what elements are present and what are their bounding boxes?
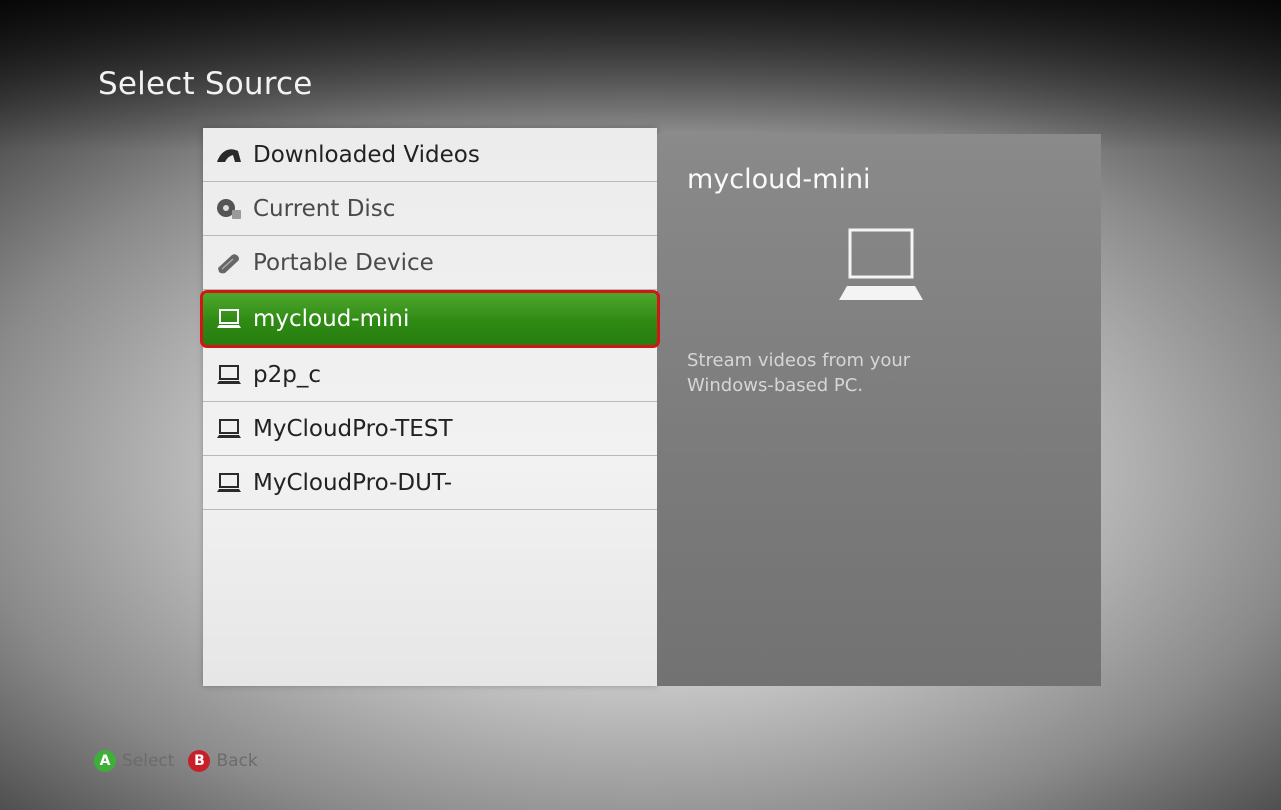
page-title: Select Source: [98, 66, 313, 102]
detail-panel: mycloud-mini Stream videos from your Win…: [657, 134, 1101, 686]
button-legend: A Select B Back: [94, 750, 272, 772]
detail-title: mycloud-mini: [687, 164, 871, 195]
source-item-mycloud-mini[interactable]: mycloud-mini: [200, 290, 660, 348]
a-button-icon: A: [94, 750, 116, 772]
portable-device-icon: [215, 249, 243, 277]
laptop-icon: [215, 415, 243, 443]
laptop-icon: [215, 305, 243, 333]
back-action[interactable]: B Back: [188, 750, 258, 772]
select-action[interactable]: A Select: [94, 750, 174, 772]
source-item-label: p2p_c: [253, 361, 321, 388]
source-item-label: Current Disc: [253, 195, 396, 222]
source-item-downloaded-videos[interactable]: Downloaded Videos: [203, 128, 657, 182]
download-icon: [215, 141, 243, 169]
source-item-current-disc[interactable]: Current Disc: [203, 182, 657, 236]
source-item-label: mycloud-mini: [253, 306, 410, 332]
source-item-p2p-c[interactable]: p2p_c: [203, 348, 657, 402]
laptop-icon: [835, 226, 927, 310]
laptop-icon: [215, 361, 243, 389]
source-item-label: MyCloudPro-TEST: [253, 415, 453, 442]
source-list: Downloaded Videos Current Disc Portable …: [200, 128, 660, 686]
laptop-icon: [215, 469, 243, 497]
source-item-label: MyCloudPro-DUT-: [253, 469, 453, 496]
back-label: Back: [216, 751, 258, 771]
source-item-label: Portable Device: [253, 249, 434, 276]
detail-description: Stream videos from your Windows-based PC…: [687, 350, 911, 396]
source-item-mycloudpro-test[interactable]: MyCloudPro-TEST: [203, 402, 657, 456]
source-item-mycloudpro-dut[interactable]: MyCloudPro-DUT-: [203, 456, 657, 510]
b-button-icon: B: [188, 750, 211, 772]
source-item-portable-device[interactable]: Portable Device: [203, 236, 657, 290]
disc-icon: [215, 195, 243, 223]
source-item-label: Downloaded Videos: [253, 141, 480, 168]
select-label: Select: [122, 751, 175, 771]
